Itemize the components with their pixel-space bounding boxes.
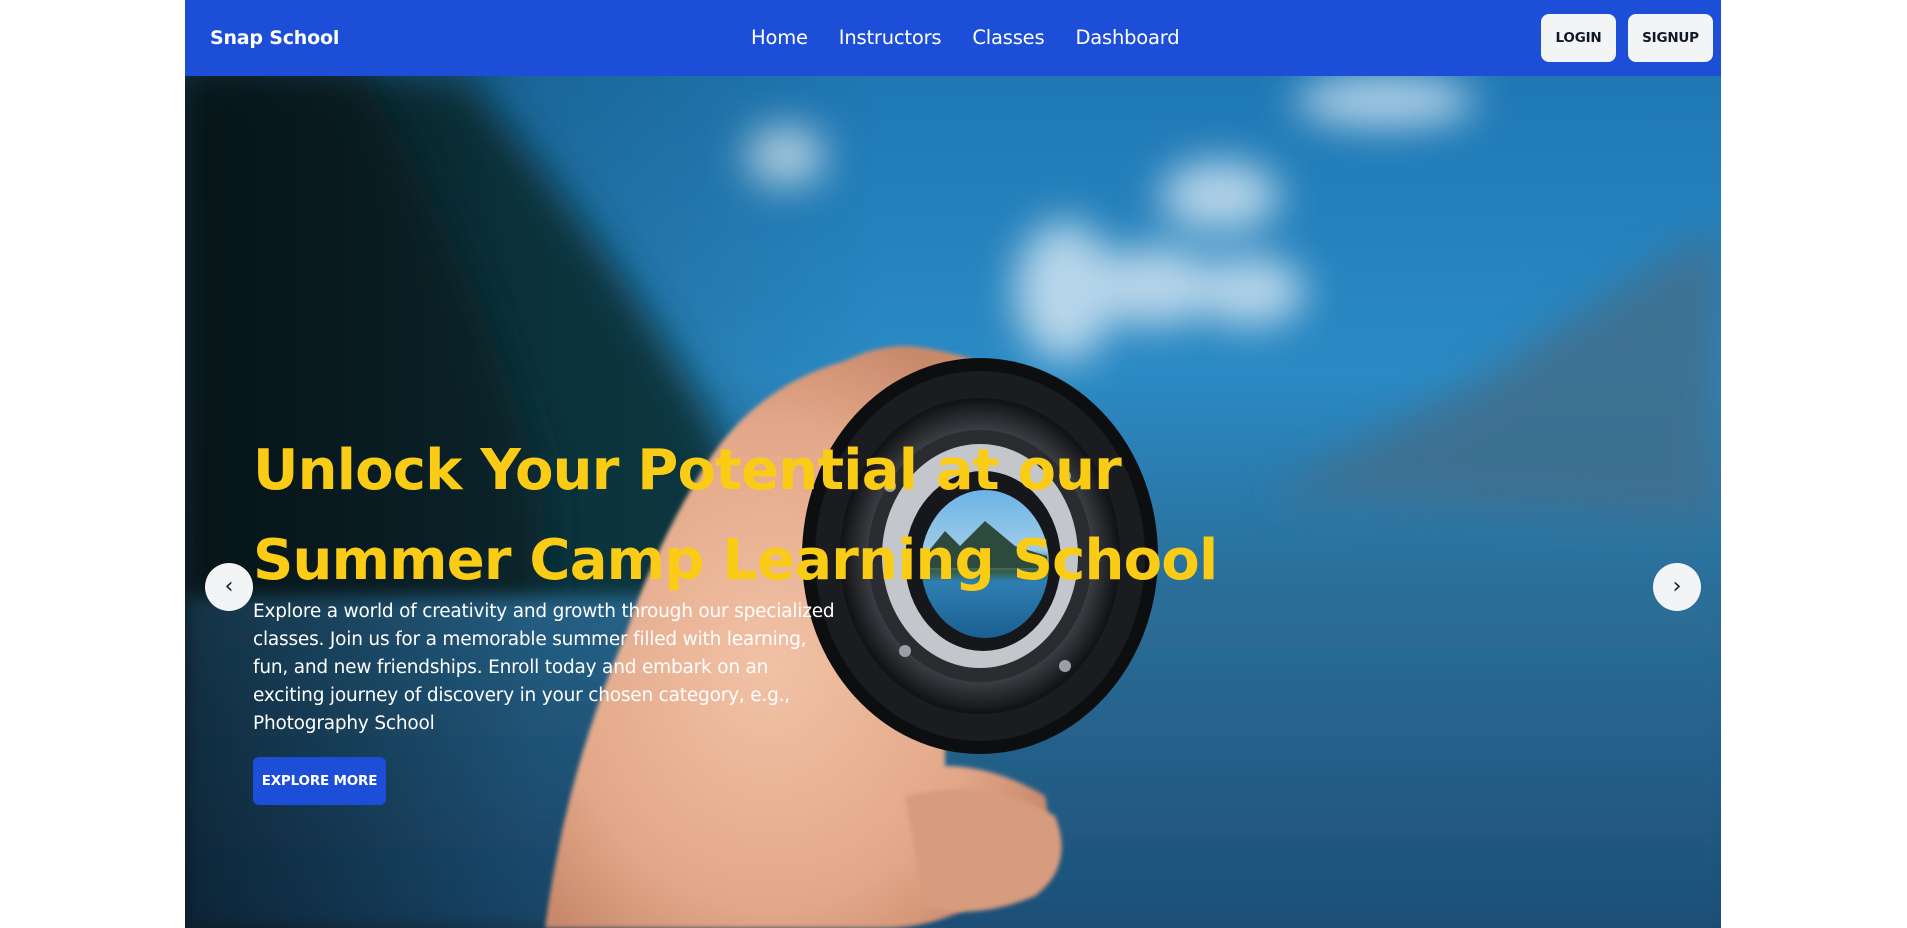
carousel-next-button[interactable]: › — [1653, 563, 1701, 611]
hero-description: Explore a world of creativity and growth… — [253, 601, 835, 734]
hero-carousel: Unlock Your Potential at our Summer Camp… — [185, 76, 1721, 928]
signup-button[interactable]: SIGNUP — [1628, 14, 1713, 62]
nav-link-instructors[interactable]: Instructors — [839, 25, 942, 51]
navbar: Snap School Home Instructors Classes Das… — [185, 0, 1721, 76]
nav-link-home[interactable]: Home — [751, 25, 808, 51]
brand-logo[interactable]: Snap School — [210, 25, 339, 51]
nav-link-dashboard[interactable]: Dashboard — [1075, 25, 1179, 51]
chevron-left-icon: ‹ — [224, 574, 234, 599]
hero-title: Unlock Your Potential at our Summer Camp… — [253, 438, 1218, 593]
carousel-prev-button[interactable]: ‹ — [205, 563, 253, 611]
login-button[interactable]: LOGIN — [1541, 14, 1616, 62]
nav-link-classes[interactable]: Classes — [972, 25, 1044, 51]
nav-links: Home Instructors Classes Dashboard — [751, 25, 1180, 51]
explore-more-button[interactable]: EXPLORE MORE — [253, 757, 386, 805]
page: Snap School Home Instructors Classes Das… — [185, 0, 1721, 928]
chevron-right-icon: › — [1672, 574, 1682, 599]
